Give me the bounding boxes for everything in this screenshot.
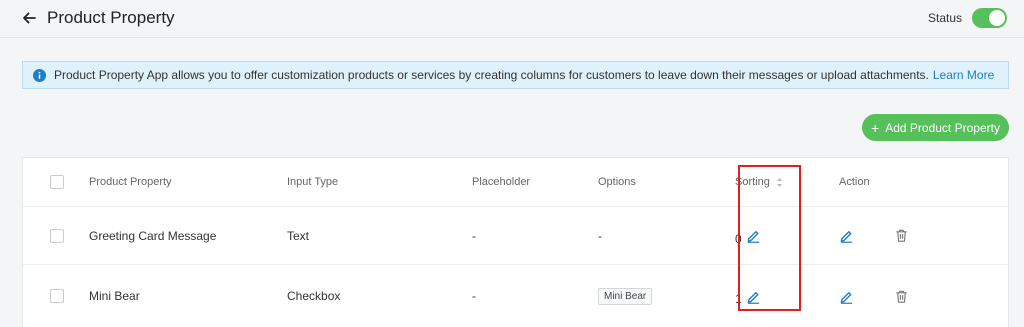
- trash-icon[interactable]: [894, 289, 909, 304]
- option-tag: Mini Bear: [598, 287, 653, 305]
- select-all-cell: [50, 158, 64, 206]
- sort-arrows-icon[interactable]: [776, 177, 783, 188]
- sorting-value: 1: [735, 292, 742, 306]
- column-header-property: Product Property: [89, 176, 172, 188]
- info-banner-text: Product Property App allows you to offer…: [54, 68, 929, 82]
- page-title: Product Property: [47, 8, 175, 27]
- column-header-action: Action: [839, 176, 870, 188]
- header-divider: [0, 37, 1024, 38]
- property-name: Mini Bear: [89, 289, 140, 303]
- info-banner: Product Property App allows you to offer…: [22, 61, 1009, 89]
- page-header: Product Property Status: [0, 0, 1024, 38]
- row-checkbox[interactable]: [50, 228, 64, 243]
- trash-icon[interactable]: [894, 228, 909, 243]
- table-row: Mini Bear Checkbox - Mini Bear 1: [23, 265, 1008, 327]
- placeholder-value: -: [472, 289, 476, 303]
- status-label: Status: [928, 11, 963, 25]
- edit-sorting-pencil-icon[interactable]: [746, 228, 761, 243]
- arrow-left-icon[interactable]: [20, 9, 38, 27]
- row-select-cell: [50, 207, 64, 264]
- select-all-checkbox[interactable]: [50, 175, 64, 189]
- product-property-table: Product Property Input Type Placeholder …: [22, 157, 1009, 327]
- sorting-cell: 1: [735, 265, 761, 327]
- edit-sorting-pencil-icon[interactable]: [746, 289, 761, 304]
- column-header-sorting[interactable]: Sorting: [735, 158, 783, 206]
- table-header-row: Product Property Input Type Placeholder …: [23, 158, 1008, 207]
- plus-icon: +: [871, 119, 880, 136]
- property-name: Greeting Card Message: [89, 228, 217, 243]
- sorting-value: 0: [735, 231, 742, 246]
- action-cell: [839, 207, 909, 264]
- column-header-input-type: Input Type: [287, 176, 339, 188]
- learn-more-link[interactable]: Learn More: [933, 68, 994, 82]
- edit-pencil-icon[interactable]: [839, 289, 854, 304]
- column-header-options: Options: [598, 176, 636, 188]
- options-value: -: [598, 228, 602, 243]
- add-product-property-label: Add Product Property: [885, 120, 1000, 135]
- sorting-label: Sorting: [735, 176, 770, 188]
- edit-pencil-icon[interactable]: [839, 228, 854, 243]
- info-icon: [33, 68, 46, 82]
- options-cell: Mini Bear: [598, 265, 653, 327]
- table-row: Greeting Card Message Text - - 0: [23, 207, 1008, 265]
- column-header-placeholder: Placeholder: [472, 176, 531, 188]
- row-select-cell: [50, 265, 64, 327]
- toggle-knob: [989, 10, 1005, 26]
- input-type: Checkbox: [287, 289, 341, 303]
- add-product-property-button[interactable]: + Add Product Property: [862, 114, 1009, 141]
- input-type: Text: [287, 228, 310, 243]
- sorting-cell: 0: [735, 207, 761, 264]
- placeholder-value: -: [472, 228, 476, 243]
- row-checkbox[interactable]: [50, 289, 64, 303]
- status-toggle[interactable]: [972, 8, 1007, 28]
- action-cell: [839, 265, 909, 327]
